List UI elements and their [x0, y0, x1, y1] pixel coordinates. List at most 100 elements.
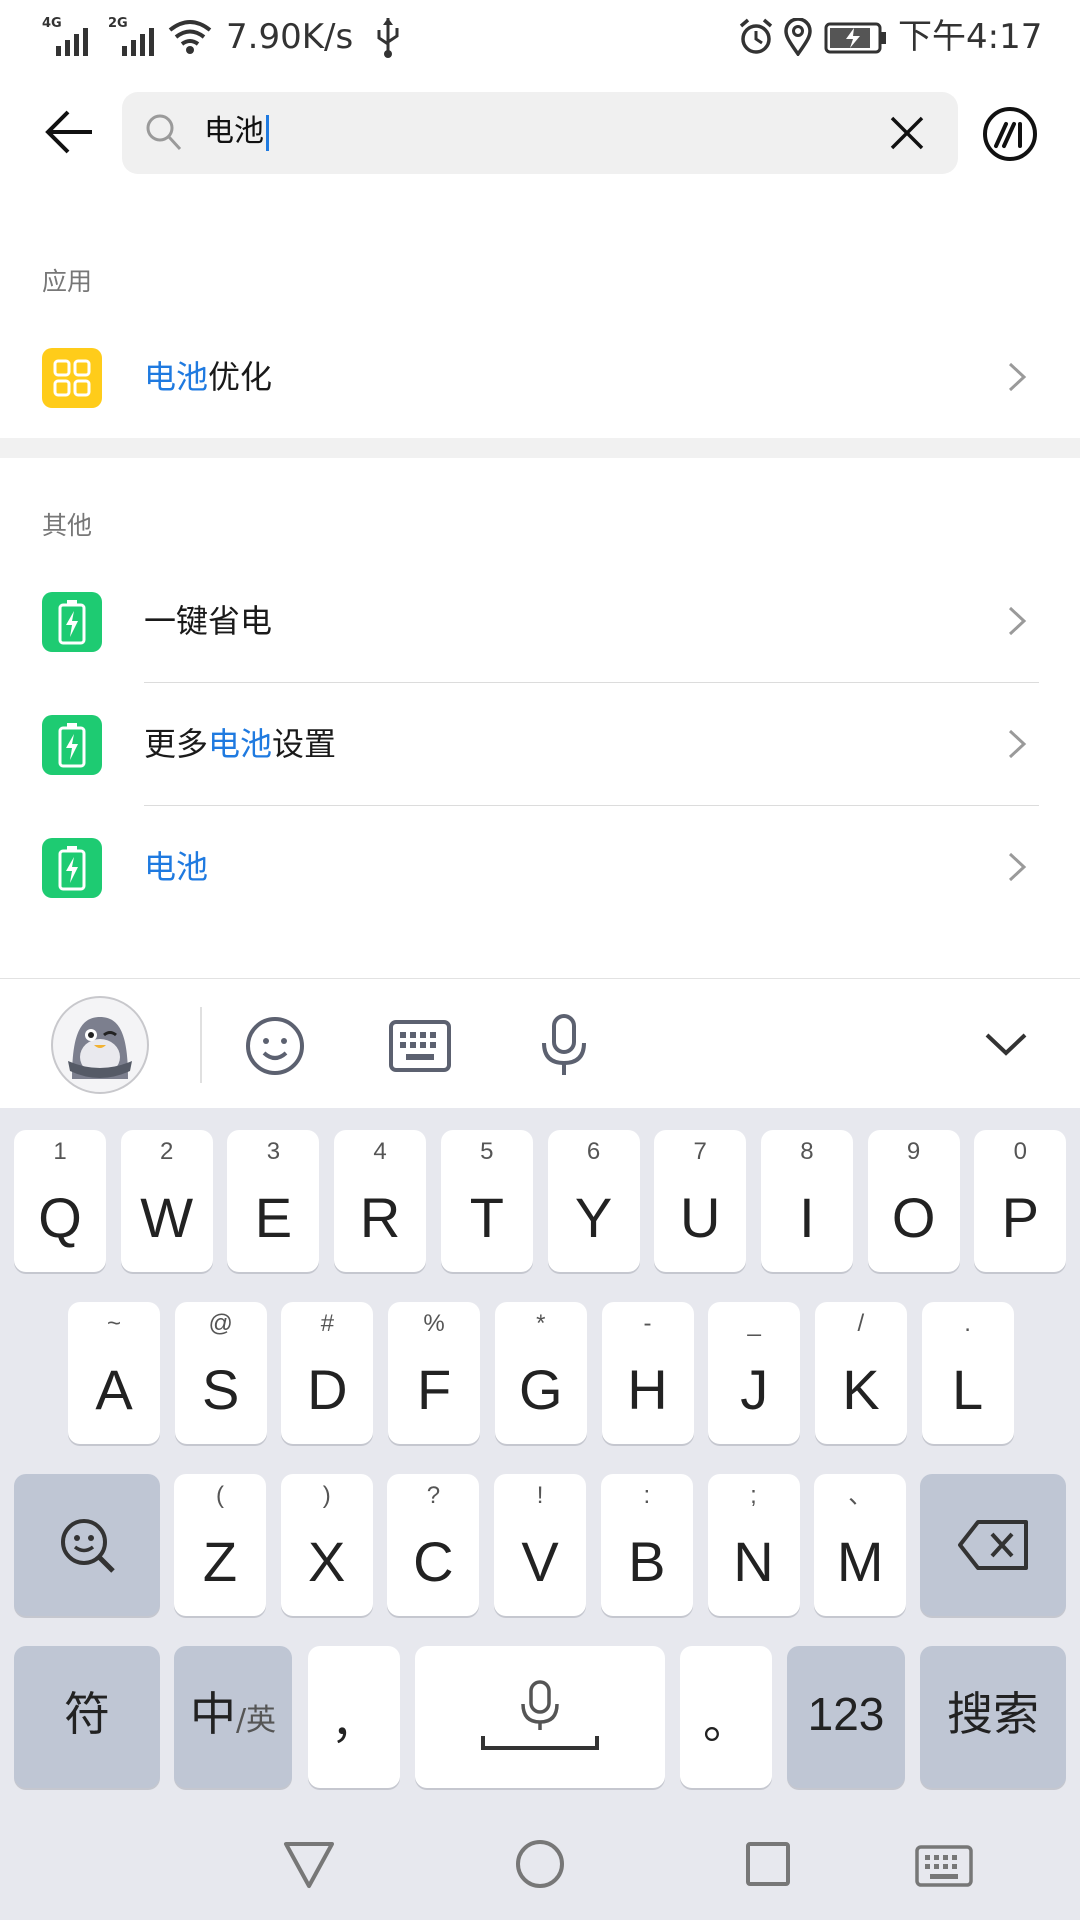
comma-key[interactable]: ， — [308, 1646, 400, 1788]
key-secondary-label: 7 — [693, 1138, 707, 1165]
key-r[interactable]: 4R — [334, 1130, 427, 1272]
wifi-icon — [168, 20, 212, 54]
keyboard-switch-icon[interactable] — [388, 1019, 452, 1073]
symbols-key[interactable]: 符 — [14, 1646, 160, 1788]
keyboard: 1Q2W3E4R5T6Y7U8I9O0P ~ A @ S # D% F * G - H _ J / K. L … — [0, 1108, 1080, 1812]
key-secondary-label: 5 — [480, 1138, 494, 1165]
language-switch-key[interactable]: 中/英 — [174, 1646, 292, 1788]
key-z[interactable]: (Z — [174, 1474, 266, 1616]
key-primary-label: Z — [202, 1530, 238, 1593]
key-s[interactable]: @ S — [174, 1302, 267, 1444]
key-secondary-label: ! — [536, 1482, 544, 1509]
emoji-icon[interactable] — [244, 1015, 306, 1077]
key-h[interactable]: -H — [601, 1302, 694, 1444]
key-secondary-label: ~ — [106, 1310, 121, 1337]
key-secondary-label: : — [643, 1482, 651, 1509]
key-u[interactable]: 7U — [654, 1130, 747, 1272]
search-query: 电池 — [204, 110, 269, 154]
result-label: 一键省电 — [144, 602, 273, 640]
key-primary-label: Y — [574, 1186, 613, 1249]
voice-assistant-icon[interactable] — [982, 106, 1038, 162]
key-primary-label: T — [469, 1186, 504, 1249]
apps-section-label: 应用 — [42, 267, 93, 296]
key-secondary-label: . — [964, 1310, 971, 1337]
key-n[interactable]: ; N — [707, 1474, 800, 1616]
key-secondary-label: 2 — [160, 1138, 174, 1165]
key-j[interactable]: _ J — [708, 1302, 801, 1444]
key-primary-label: Q — [38, 1186, 82, 1249]
key-p[interactable]: 0P — [974, 1130, 1067, 1272]
key-x[interactable]: ) X — [280, 1474, 373, 1616]
search-key[interactable]: 搜索 — [920, 1646, 1066, 1788]
key-w[interactable]: 2W — [120, 1130, 213, 1272]
key-primary-label: W — [140, 1186, 194, 1249]
nav-keyboard-icon[interactable] — [914, 1844, 974, 1888]
key-o[interactable]: 9O — [867, 1130, 960, 1272]
key-primary-label: I — [799, 1186, 815, 1249]
key-primary-label: B — [628, 1530, 666, 1593]
key-y[interactable]: 6Y — [547, 1130, 640, 1272]
battery-icon — [42, 715, 102, 775]
lang-sub: /英 — [235, 1703, 277, 1738]
key-v[interactable]: ! V — [494, 1474, 587, 1616]
key-b[interactable]: :B — [600, 1474, 693, 1616]
nav-back-icon[interactable] — [282, 1840, 336, 1890]
key-secondary-label: 6 — [586, 1138, 601, 1165]
period-key[interactable]: 。 — [680, 1646, 772, 1788]
penguin-avatar-icon[interactable] — [50, 995, 150, 1095]
search-input[interactable]: 电池 — [122, 92, 958, 174]
key-c[interactable]: ? C — [387, 1474, 480, 1616]
status-bar: 4G 2G 7.90K/s 下午4:17 — [0, 0, 1080, 75]
key-secondary-label: 8 — [800, 1138, 814, 1165]
key-secondary-label: - — [643, 1310, 652, 1337]
result-label: 更多电池设置 — [144, 721, 336, 767]
app-grid-icon — [42, 348, 102, 408]
key-e[interactable]: 3E — [227, 1130, 320, 1272]
result-battery-optimization[interactable]: 电池优化 — [0, 316, 1080, 438]
network-speed: 7.90K/s — [226, 17, 354, 57]
usb-icon — [377, 18, 399, 58]
key-l[interactable]: .L — [921, 1302, 1014, 1444]
key-m[interactable]: 、 M — [814, 1474, 907, 1616]
lang-main: 中 — [189, 1687, 236, 1741]
key-secondary-label: 、 — [848, 1482, 873, 1509]
numbers-key[interactable]: 123 — [787, 1646, 905, 1788]
key-q[interactable]: 1Q — [14, 1130, 106, 1272]
result-one-key-power-saving[interactable]: 一键省电 — [0, 560, 1080, 682]
backspace-key[interactable] — [920, 1474, 1066, 1616]
result-battery[interactable]: 电池 — [0, 806, 1080, 928]
key-primary-label: E — [254, 1186, 293, 1249]
search-query-text: 电池 — [204, 114, 264, 149]
key-secondary-label: / — [857, 1310, 865, 1337]
location-icon — [784, 18, 812, 56]
nav-home-icon[interactable] — [514, 1838, 566, 1890]
emoji-search-key[interactable] — [14, 1474, 160, 1616]
chevron-down-icon[interactable] — [984, 1031, 1028, 1059]
result-more-battery-settings[interactable]: 更多电池设置 — [0, 683, 1080, 805]
key-a[interactable]: ~ A — [68, 1302, 160, 1444]
clock: 下午4:17 — [898, 17, 1043, 57]
key-primary-label: M — [836, 1530, 884, 1593]
key-secondary-label: ) — [322, 1482, 331, 1509]
key-secondary-label: ? — [426, 1482, 441, 1509]
key-f[interactable]: % F — [388, 1302, 481, 1444]
back-arrow-icon[interactable] — [44, 108, 96, 156]
key-primary-label: K — [842, 1358, 880, 1421]
key-d[interactable]: # D — [281, 1302, 374, 1444]
key-primary-label: H — [627, 1358, 668, 1421]
key-i[interactable]: 8I — [760, 1130, 853, 1272]
key-primary-label: F — [416, 1358, 452, 1421]
nav-recents-icon[interactable] — [744, 1840, 792, 1888]
signal-4g-icon: 4G — [42, 16, 102, 56]
microphone-icon[interactable] — [538, 1013, 590, 1079]
close-icon[interactable] — [888, 114, 926, 152]
battery-charging-icon — [824, 22, 886, 54]
key-secondary-label: ; — [750, 1482, 757, 1509]
text-caret — [266, 114, 269, 151]
key-g[interactable]: * G — [494, 1302, 587, 1444]
search-icon — [146, 114, 182, 151]
key-primary-label: N — [733, 1530, 774, 1593]
key-k[interactable]: / K — [814, 1302, 907, 1444]
key-t[interactable]: 5T — [440, 1130, 533, 1272]
space-key[interactable] — [415, 1646, 665, 1788]
